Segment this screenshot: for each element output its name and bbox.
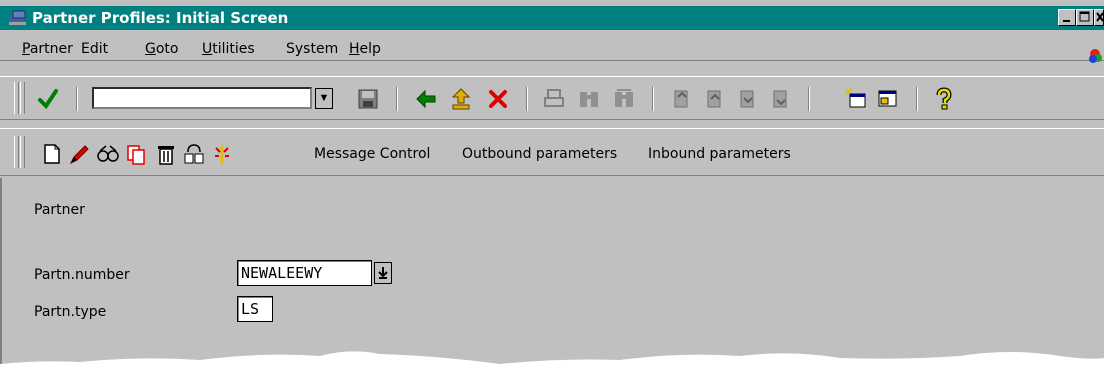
last-page-icon[interactable] xyxy=(769,87,793,111)
menu-goto-label: oto xyxy=(155,41,179,57)
menu-edit-label: Edit xyxy=(81,41,109,57)
partner-group-title: Partner xyxy=(34,202,85,218)
print-icon[interactable] xyxy=(542,87,566,111)
toolbar-grip[interactable] xyxy=(20,82,25,114)
toolbar-separator xyxy=(916,87,918,111)
partner-number-label: Partn.number xyxy=(34,267,130,283)
change-icon[interactable] xyxy=(68,142,92,166)
menu-system[interactable]: System xyxy=(286,41,338,57)
find-next-icon[interactable] xyxy=(612,87,636,111)
close-icon xyxy=(1096,12,1104,22)
display-icon[interactable] xyxy=(96,142,120,166)
toolbar-separator xyxy=(652,87,654,111)
create-session-icon[interactable] xyxy=(844,87,868,111)
window-title: Partner Profiles: Initial Screen xyxy=(32,9,289,27)
toolbar-separator xyxy=(808,87,810,111)
outbound-parameters-button[interactable]: Outbound parameters xyxy=(462,146,617,162)
check-icon[interactable] xyxy=(36,87,60,111)
menu-goto-accelerator: G xyxy=(145,41,156,57)
trace-icon[interactable] xyxy=(210,142,234,166)
chevron-down-icon: ▼ xyxy=(318,92,330,104)
menu-help[interactable]: Help xyxy=(349,41,381,57)
command-field[interactable] xyxy=(92,87,312,109)
menu-partner-label: artner xyxy=(29,41,73,57)
shortcut-icon[interactable] xyxy=(876,87,900,111)
inbound-parameters-button[interactable]: Inbound parameters xyxy=(648,146,791,162)
help-icon[interactable] xyxy=(932,87,956,111)
message-control-button[interactable]: Message Control xyxy=(314,146,430,162)
menu-system-label: System xyxy=(286,41,339,57)
toolbar-grip[interactable] xyxy=(14,82,19,114)
minimize-icon xyxy=(1063,20,1070,22)
menu-help-accelerator: H xyxy=(349,41,360,57)
toolbar-grip[interactable] xyxy=(14,136,19,168)
back-icon[interactable] xyxy=(414,87,438,111)
copy-icon[interactable] xyxy=(124,142,148,166)
menu-goto[interactable]: Goto xyxy=(145,41,178,57)
sap-logo-icon xyxy=(1089,49,1102,63)
menu-bar: Partner Edit Goto Utilities System Help xyxy=(0,36,1104,63)
menu-help-label: elp xyxy=(359,41,381,57)
sap-app-icon xyxy=(9,10,26,25)
menu-partner[interactable]: Partner xyxy=(22,41,73,57)
command-history-dropdown[interactable]: ▼ xyxy=(315,88,333,109)
menu-utilities-accelerator: U xyxy=(202,41,213,57)
prev-page-icon[interactable] xyxy=(703,87,727,111)
exit-icon[interactable] xyxy=(449,87,473,111)
application-toolbar: Message Control Outbound parameters Inbo… xyxy=(0,128,1104,176)
search-help-icon xyxy=(378,267,388,279)
menu-utilities[interactable]: Utilities xyxy=(202,41,255,57)
menu-edit[interactable]: Edit xyxy=(81,41,108,57)
toolbar-separator xyxy=(396,87,398,111)
standard-toolbar: ▼ xyxy=(0,76,1104,120)
toolbar-separator xyxy=(76,87,78,111)
check-partner-icon[interactable] xyxy=(182,142,206,166)
next-page-icon[interactable] xyxy=(736,87,760,111)
close-button[interactable] xyxy=(1094,9,1104,26)
menu-utilities-label: tilities xyxy=(212,41,255,57)
partner-type-input[interactable]: LS xyxy=(237,296,273,322)
title-bar: Partner Profiles: Initial Screen xyxy=(0,6,1104,30)
toolbar-grip[interactable] xyxy=(20,136,25,168)
find-icon[interactable] xyxy=(577,87,601,111)
first-page-icon[interactable] xyxy=(670,87,694,111)
cancel-icon[interactable] xyxy=(486,87,510,111)
minimize-button[interactable] xyxy=(1058,9,1076,26)
partner-number-search-help-button[interactable] xyxy=(374,262,392,284)
maximize-icon xyxy=(1079,11,1090,22)
partner-type-label: Partn.type xyxy=(34,304,107,320)
delete-icon[interactable] xyxy=(154,142,178,166)
save-icon[interactable] xyxy=(356,87,380,111)
toolbar-separator xyxy=(526,87,528,111)
menu-partner-accelerator: P xyxy=(22,41,30,57)
partner-number-input[interactable]: NEWALEEWY xyxy=(237,260,372,286)
create-icon[interactable] xyxy=(40,142,64,166)
maximize-button[interactable] xyxy=(1076,9,1094,26)
background-clouds-decoration xyxy=(0,351,1104,368)
